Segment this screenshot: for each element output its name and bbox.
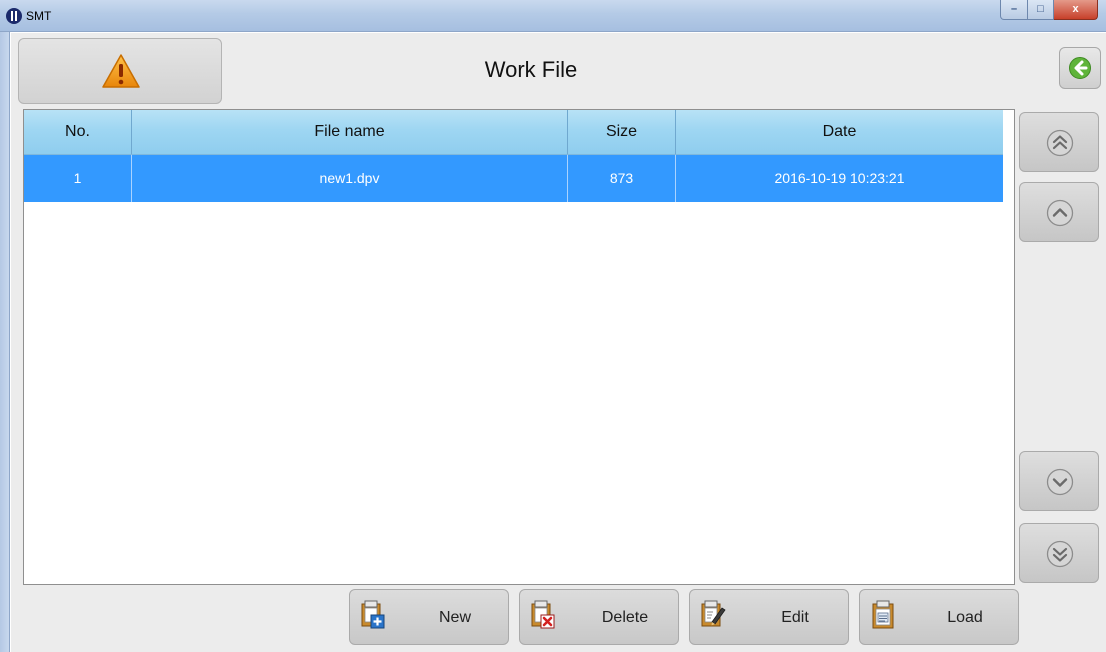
- cell-date: 2016-10-19 10:23:21: [774, 170, 905, 186]
- chevron-up-icon: [1046, 199, 1074, 227]
- cell-no: 1: [24, 155, 132, 202]
- window-controls: – □ x: [1000, 0, 1098, 20]
- column-header-no[interactable]: No.: [24, 110, 132, 154]
- delete-file-icon: [531, 600, 555, 629]
- column-header-size[interactable]: Size: [568, 110, 676, 154]
- app-logo-icon: [6, 8, 22, 24]
- load-file-button[interactable]: Load: [859, 589, 1019, 645]
- double-chevron-up-icon: [1046, 129, 1074, 157]
- load-file-icon: [872, 600, 894, 629]
- delete-button-label: Delete: [601, 609, 649, 626]
- close-button[interactable]: x: [1054, 0, 1098, 20]
- minimize-button[interactable]: –: [1000, 0, 1028, 20]
- warning-triangle-icon: [102, 54, 140, 88]
- column-header-file-name[interactable]: File name: [132, 110, 568, 154]
- scroll-bottom-button[interactable]: [1019, 523, 1099, 583]
- scroll-top-button[interactable]: [1019, 112, 1099, 172]
- cell-file-name: new1.dpv: [132, 155, 568, 202]
- window-title: SMT: [26, 9, 52, 23]
- scroll-down-button[interactable]: [1019, 451, 1099, 511]
- back-button[interactable]: [1059, 47, 1101, 89]
- page-title: Work File: [484, 57, 578, 82]
- table-header: No. File name Size Date: [24, 110, 1003, 155]
- new-file-icon: [361, 600, 385, 629]
- maximize-button[interactable]: □: [1028, 0, 1054, 20]
- window-titlebar[interactable]: SMT – □ x: [0, 0, 1106, 32]
- client-area: Work File No. File name Size Date 1 new1…: [11, 33, 1106, 652]
- back-arrow-icon: [1069, 57, 1091, 79]
- window-frame-left: [0, 32, 10, 652]
- alarm-button[interactable]: [18, 38, 222, 104]
- file-table: No. File name Size Date 1 new1.dpv 873 2…: [23, 109, 1015, 585]
- delete-file-button[interactable]: Delete: [519, 589, 679, 645]
- edit-file-button[interactable]: Edit: [689, 589, 849, 645]
- edit-file-icon: [701, 600, 726, 627]
- column-header-date[interactable]: Date: [676, 110, 1003, 154]
- table-row[interactable]: 1 new1.dpv 873 2016-10-19 10:23:21: [24, 155, 1003, 202]
- new-file-button[interactable]: New: [349, 589, 509, 645]
- chevron-down-icon: [1046, 468, 1074, 496]
- load-button-label: Load: [947, 609, 983, 626]
- cell-size: 873: [568, 155, 676, 202]
- scroll-up-button[interactable]: [1019, 182, 1099, 242]
- edit-button-label: Edit: [781, 609, 809, 626]
- double-chevron-down-icon: [1046, 540, 1074, 568]
- new-button-label: New: [438, 609, 471, 626]
